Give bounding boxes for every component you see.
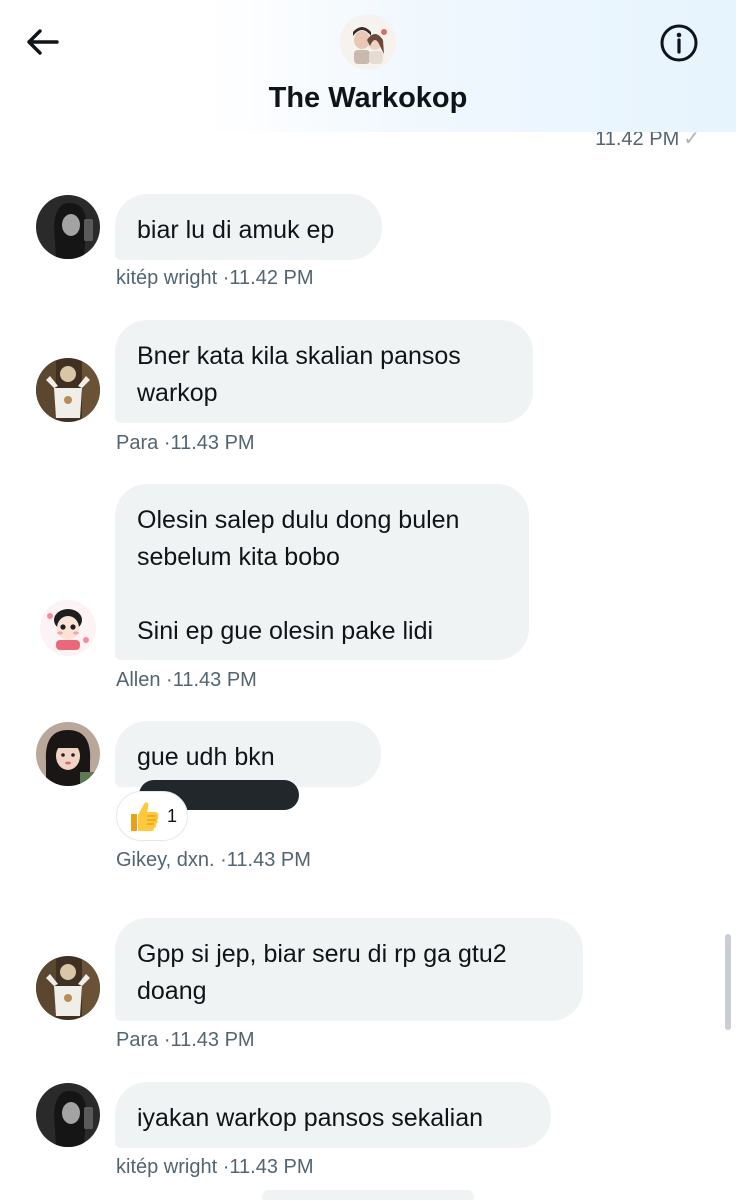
thumbs-up-icon <box>131 802 159 831</box>
avatar[interactable] <box>36 358 100 422</box>
message-meta: Para ·11.43 PM <box>116 432 255 455</box>
next-message-bubble-partial <box>262 1190 474 1200</box>
avatar[interactable] <box>36 1083 100 1147</box>
message-bubble[interactable]: iyakan warkop pansos sekalian <box>115 1082 551 1148</box>
sender-name[interactable]: Para <box>116 432 158 454</box>
info-button[interactable] <box>656 21 702 65</box>
message-meta: Para ·11.43 PM <box>116 1029 255 1052</box>
avatar[interactable] <box>36 596 100 660</box>
reaction-count: 1 <box>167 805 178 826</box>
scrollbar[interactable] <box>725 934 731 1030</box>
avatar[interactable] <box>36 195 100 259</box>
message-time: ·11.43 PM <box>220 849 311 871</box>
group-avatar[interactable] <box>340 14 396 70</box>
message-meta: kitép wright ·11.43 PM <box>116 1156 314 1179</box>
conversation-header: The Warkokop <box>0 0 736 132</box>
sender-name[interactable]: Gikey, dxn. <box>116 849 215 871</box>
message-bubble[interactable]: Olesin salep dulu dong bulen sebelum kit… <box>115 484 529 660</box>
message-time: ·11.43 PM <box>166 669 257 691</box>
sender-name[interactable]: Allen <box>116 669 160 691</box>
reaction-pill[interactable]: 1 <box>116 791 188 841</box>
message-meta: Gikey, dxn. ·11.43 PM <box>116 849 311 872</box>
message-time: ·11.43 PM <box>222 1156 314 1178</box>
message-meta: Allen ·11.43 PM <box>116 669 257 692</box>
message-bubble[interactable]: gue udh bkn <box>115 721 381 811</box>
message-time: ·11.43 PM <box>163 432 255 454</box>
message-bubble[interactable]: Gpp si jep, biar seru di rp ga gtu2 doan… <box>115 918 583 1021</box>
message-time: ·11.42 PM <box>222 267 314 289</box>
message-time: ·11.43 PM <box>163 1029 255 1051</box>
message-text: gue udh bkn <box>137 743 275 771</box>
avatar[interactable] <box>36 722 100 786</box>
message-bubble[interactable]: Bner kata kila skalian pansos warkop <box>115 320 533 423</box>
sender-name[interactable]: kitép wright <box>116 1156 217 1178</box>
conversation-title: The Warkokop <box>268 82 468 114</box>
info-circle-icon <box>660 24 698 62</box>
sender-name[interactable]: Para <box>116 1029 158 1051</box>
message-bubble[interactable]: biar lu di amuk ep <box>115 194 382 260</box>
arrow-left-icon <box>27 29 59 55</box>
back-button[interactable] <box>20 22 64 62</box>
sender-name[interactable]: kitép wright <box>116 267 217 289</box>
message-meta: kitép wright ·11.42 PM <box>116 267 314 290</box>
dm-conversation-screen: The Warkokop 11.42 PM ✓ biar lu di amuk e… <box>0 0 736 1200</box>
avatar[interactable] <box>36 956 100 1020</box>
